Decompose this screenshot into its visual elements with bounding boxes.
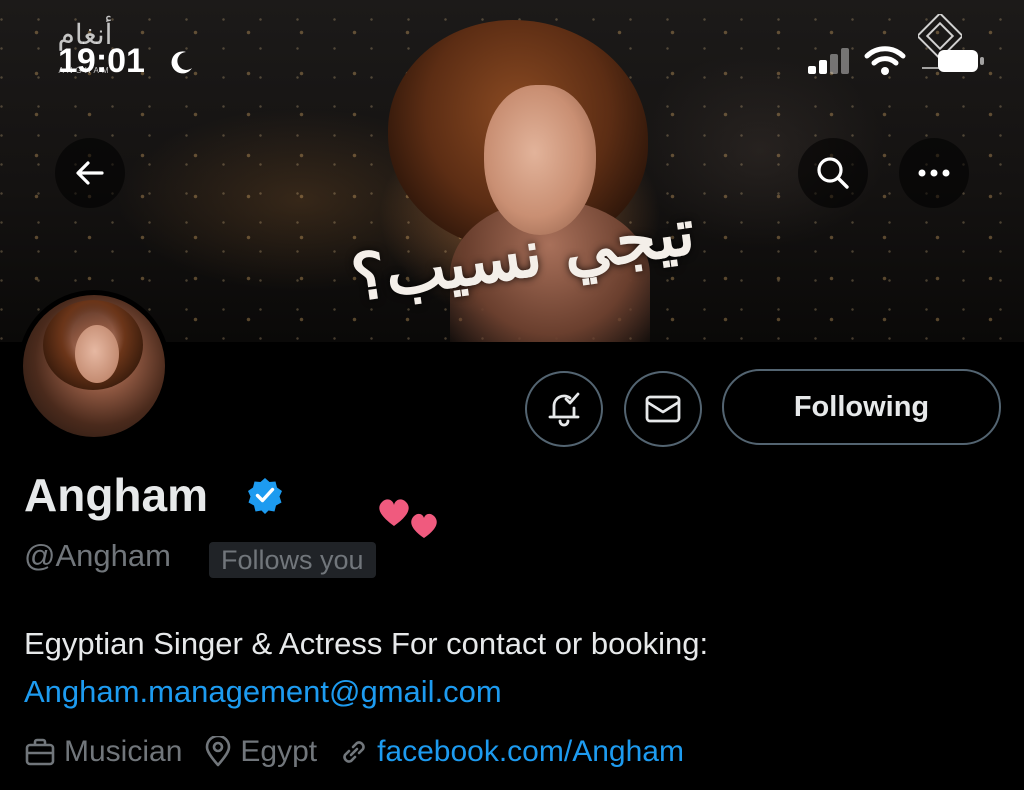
cellular-signal-icon: [808, 48, 849, 74]
wifi-icon: [864, 46, 906, 75]
follows-you-badge: Follows you: [209, 542, 376, 578]
more-horizontal-icon: [918, 169, 950, 177]
profile-name: Angham: [24, 469, 208, 521]
website-link[interactable]: facebook.com/Angham: [377, 735, 684, 769]
location-pin-icon: [206, 736, 231, 767]
battery-icon: [938, 50, 984, 72]
hearts-emoji-icon: [379, 499, 437, 538]
search-icon: [817, 157, 849, 189]
avatar[interactable]: [18, 290, 170, 442]
notifications-button[interactable]: [525, 371, 603, 447]
bell-check-icon: [548, 392, 580, 427]
envelope-icon: [645, 395, 681, 423]
moon-icon: [171, 51, 192, 74]
verified-badge-icon[interactable]: [246, 476, 284, 514]
location-label: Egypt: [240, 735, 318, 768]
back-button[interactable]: [55, 138, 125, 208]
profile-handle: @Angham: [24, 538, 171, 573]
location-item: Egypt: [204, 735, 317, 769]
status-time: 19:01: [58, 42, 145, 80]
avatar-image: [23, 295, 165, 437]
bio-email-link[interactable]: Angham.management@gmail.com: [24, 668, 708, 716]
profile-bio: Egyptian Singer & Actress For contact or…: [24, 620, 708, 716]
briefcase-icon: [25, 738, 55, 766]
message-button[interactable]: [624, 371, 702, 447]
search-button[interactable]: [798, 138, 868, 208]
following-button[interactable]: Following: [722, 369, 1001, 445]
category-label: Musician: [64, 735, 183, 768]
bio-text: Egyptian Singer & Actress For contact or…: [24, 626, 709, 661]
arrow-left-icon: [76, 161, 104, 185]
website-item[interactable]: facebook.com/Angham: [339, 735, 684, 769]
link-icon: [343, 741, 365, 763]
profile-meta-row: Musician Egypt facebook.com/Angham: [24, 728, 706, 776]
category-item: Musician: [24, 735, 182, 769]
more-options-button[interactable]: [899, 138, 969, 208]
